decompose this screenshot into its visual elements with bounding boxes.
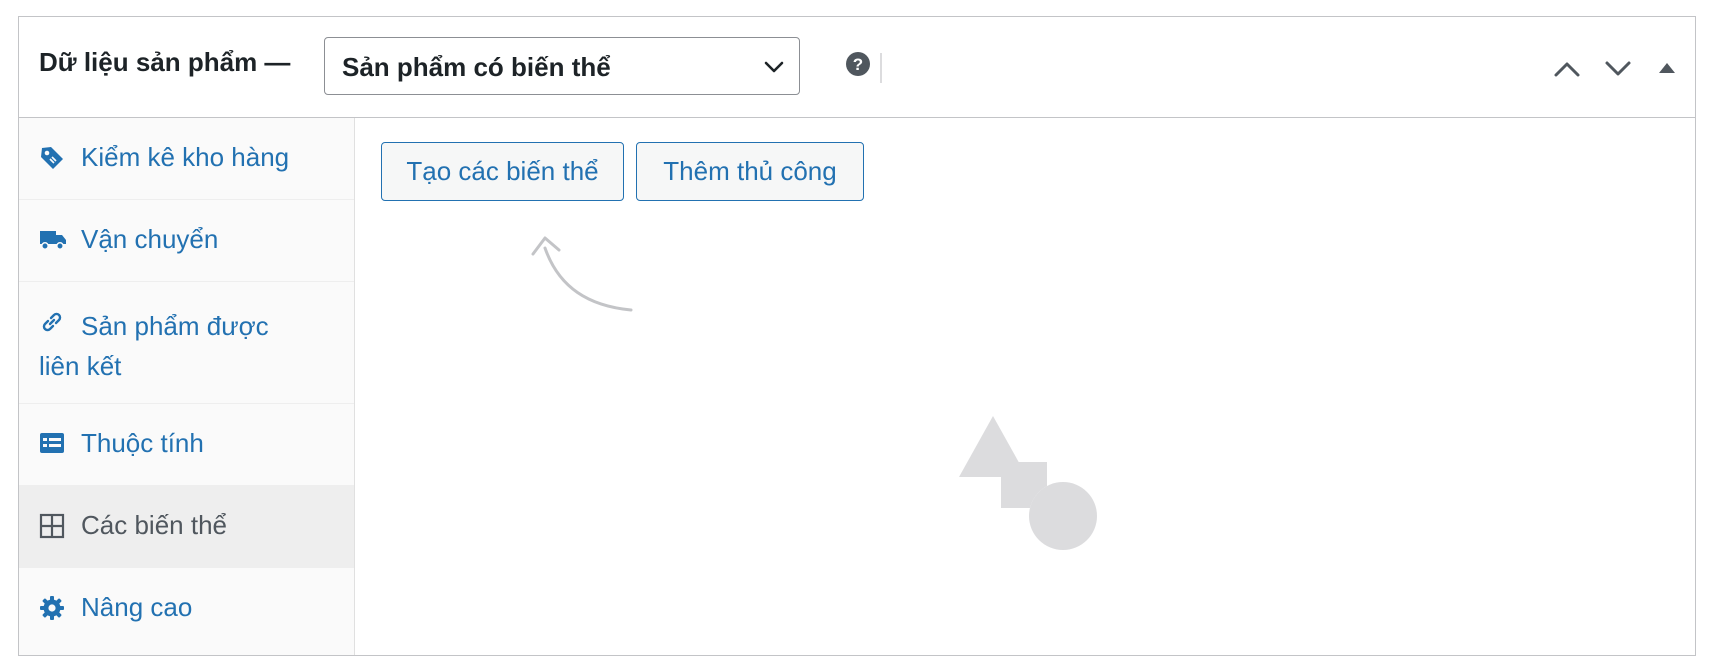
tab-attributes[interactable]: Thuộc tính <box>19 404 354 486</box>
tab-attributes-label: Thuộc tính <box>81 428 204 458</box>
panel-header: Dữ liệu sản phẩm — Sản phẩm có biến thể … <box>19 17 1695 118</box>
gear-icon <box>40 596 64 620</box>
chevron-down-icon <box>764 61 784 73</box>
product-type-select[interactable]: Sản phẩm có biến thể <box>324 37 800 95</box>
help-icon[interactable]: ? <box>845 51 871 77</box>
variations-panel: Tạo các biến thể Thêm thủ công <box>355 118 1695 655</box>
tag-icon <box>41 147 63 169</box>
add-manually-button[interactable]: Thêm thủ công <box>636 142 864 201</box>
product-data-tabs: Kiểm kê kho hàng Vận chuyển Sản phẩm đượ… <box>19 118 355 655</box>
tab-variations-label: Các biến thể <box>81 510 227 540</box>
truck-icon <box>40 231 66 250</box>
header-divider <box>880 53 882 83</box>
tab-inventory[interactable]: Kiểm kê kho hàng <box>19 118 354 200</box>
product-data-panel: Dữ liệu sản phẩm — Sản phẩm có biến thể … <box>18 16 1696 656</box>
tab-advanced-label: Nâng cao <box>81 592 193 622</box>
product-type-value: Sản phẩm có biến thể <box>342 52 611 82</box>
svg-text:?: ? <box>853 55 863 74</box>
generate-variations-button[interactable]: Tạo các biến thể <box>381 142 624 201</box>
tab-inventory-label: Kiểm kê kho hàng <box>81 142 290 172</box>
tab-advanced[interactable]: Nâng cao <box>19 568 354 650</box>
list-icon <box>40 433 64 453</box>
tab-linked-products[interactable]: Sản phẩm được liên kết <box>19 282 354 404</box>
tab-variations[interactable]: Các biến thể <box>19 486 354 568</box>
hint-arrow-icon <box>531 236 633 312</box>
toggle-panel-icon[interactable] <box>1657 57 1677 77</box>
grid-icon <box>39 513 65 539</box>
move-up-icon[interactable] <box>1552 53 1582 83</box>
shapes-illustration-icon <box>959 416 1097 550</box>
tab-shipping-label: Vận chuyển <box>81 224 219 254</box>
panel-title: Dữ liệu sản phẩm — <box>39 47 291 77</box>
tab-shipping[interactable]: Vận chuyển <box>19 200 354 282</box>
move-down-icon[interactable] <box>1603 53 1633 83</box>
tab-linked-products-label: Sản phẩm được liên kết <box>39 311 269 381</box>
